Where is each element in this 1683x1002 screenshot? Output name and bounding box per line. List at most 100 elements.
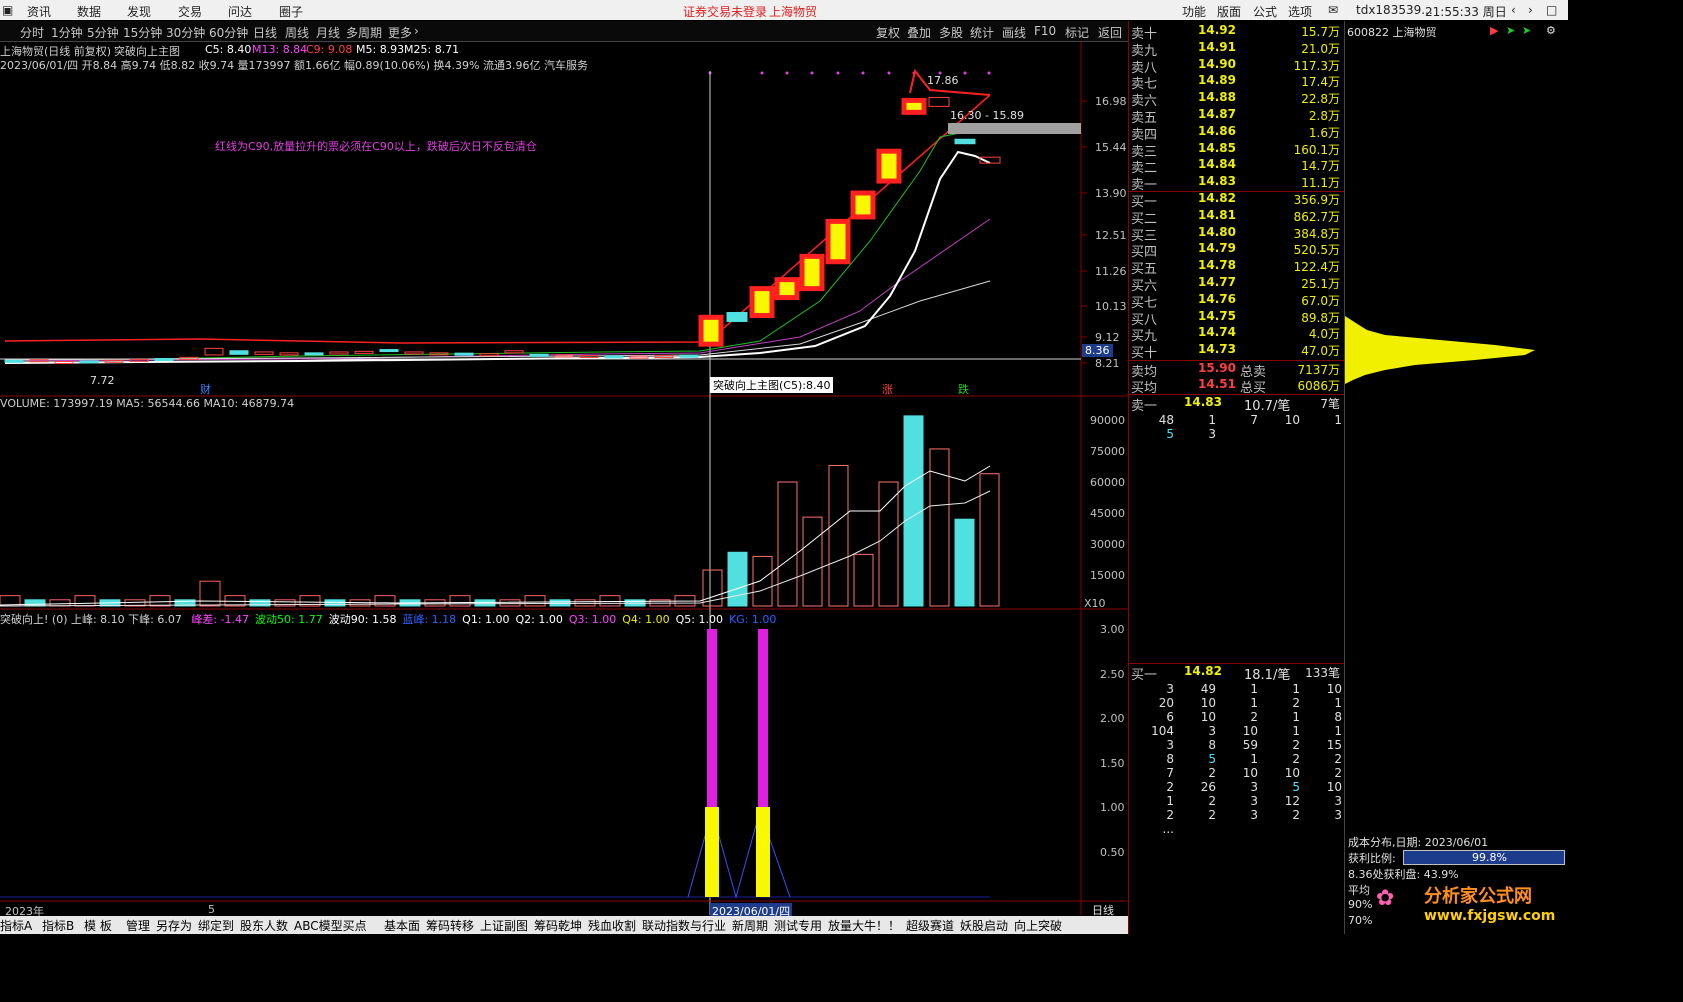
m13-value: M13: 8.84 bbox=[252, 43, 308, 56]
period-tab[interactable]: 1分钟 bbox=[51, 24, 83, 41]
order-price: 14.77 bbox=[1198, 275, 1236, 289]
period-tab[interactable]: 30分钟 bbox=[166, 24, 205, 41]
ask-row[interactable]: 卖十 14.92 15.7万 bbox=[1130, 23, 1344, 42]
event-marker[interactable]: 财 bbox=[200, 381, 211, 397]
candle bbox=[154, 358, 174, 362]
formula-tab[interactable]: 模 板 bbox=[84, 917, 112, 934]
tool-button[interactable]: 复权 bbox=[876, 24, 900, 41]
bid-row[interactable]: 买四 14.79 520.5万 bbox=[1130, 241, 1344, 260]
formula-tab[interactable]: 残血收割 bbox=[588, 917, 636, 934]
clock: 21:55:33 周日 bbox=[1425, 5, 1507, 19]
order-volume: 520.5万 bbox=[1293, 243, 1340, 258]
bid-row[interactable]: 买二 14.81 862.7万 bbox=[1130, 208, 1344, 227]
flag-icon[interactable]: ▶ bbox=[1490, 24, 1498, 37]
menu-item[interactable]: 交易 bbox=[178, 3, 202, 20]
formula-tab[interactable]: 妖股启动 bbox=[960, 917, 1008, 934]
chart-area[interactable]: 16.98 15.44 13.90 12.51 11.26 10.13 9.12 8.21 9… bbox=[0, 41, 1128, 915]
candle bbox=[726, 312, 748, 322]
formula-tab[interactable]: 管理 bbox=[126, 917, 150, 934]
ask-row[interactable]: 卖七 14.89 17.4万 bbox=[1130, 73, 1344, 92]
period-tab[interactable]: 15分钟 bbox=[123, 24, 162, 41]
ask-row[interactable]: 卖五 14.87 2.8万 bbox=[1130, 107, 1344, 126]
ask-row[interactable]: 卖四 14.86 1.6万 bbox=[1130, 124, 1344, 143]
tool-button[interactable]: F10 bbox=[1034, 24, 1056, 38]
arrow-icon[interactable]: ➤ bbox=[1522, 24, 1531, 37]
ask-row[interactable]: 卖二 14.84 14.7万 bbox=[1130, 157, 1344, 176]
bid-row[interactable]: 买九 14.74 4.0万 bbox=[1130, 325, 1344, 344]
event-marker[interactable]: 涨 bbox=[882, 381, 893, 397]
bid-row[interactable]: 买七 14.76 67.0万 bbox=[1130, 292, 1344, 311]
formula-tab[interactable]: 上证副图 bbox=[480, 917, 528, 934]
candle bbox=[825, 218, 851, 265]
tool-button[interactable]: 多股 bbox=[939, 24, 963, 41]
ask-row[interactable]: 卖九 14.91 21.0万 bbox=[1130, 40, 1344, 59]
event-marker[interactable]: 跌 bbox=[958, 381, 969, 397]
ask-row[interactable]: 卖六 14.88 22.8万 bbox=[1130, 90, 1344, 109]
period-tab[interactable]: 多周期 bbox=[346, 24, 382, 41]
order-price: 14.74 bbox=[1198, 325, 1236, 340]
menu-item[interactable]: 选项 bbox=[1288, 3, 1312, 20]
period-tab[interactable]: 60分钟 bbox=[209, 24, 248, 41]
menu-item[interactable]: 数据 bbox=[77, 3, 101, 20]
formula-tab[interactable]: 指标B bbox=[42, 917, 74, 934]
formula-tab[interactable]: 基本面 bbox=[384, 917, 420, 934]
period-tab[interactable]: 更多 bbox=[388, 24, 412, 41]
volume-bar bbox=[49, 599, 71, 607]
formula-tab[interactable]: 指标A bbox=[0, 917, 32, 934]
ask-row[interactable]: 卖八 14.90 117.3万 bbox=[1130, 56, 1344, 76]
formula-tab[interactable]: 超级赛道 bbox=[906, 917, 954, 934]
tool-button[interactable]: 标记 bbox=[1065, 24, 1089, 41]
formula-tab[interactable]: 联动指数与行业 bbox=[642, 917, 726, 934]
volume-bar bbox=[24, 599, 46, 607]
formula-tab[interactable]: 筹码乾坤 bbox=[534, 917, 582, 934]
formula-tab[interactable]: 另存为 bbox=[156, 917, 192, 934]
app-icon[interactable]: ▣ bbox=[2, 3, 13, 17]
menu-item[interactable]: 发现 bbox=[127, 3, 151, 20]
menu-item[interactable]: 功能 bbox=[1182, 3, 1206, 20]
tool-button[interactable]: 返回 bbox=[1098, 24, 1122, 41]
forward-arrow-icon[interactable]: › bbox=[1528, 3, 1533, 17]
bid-row[interactable]: 买三 14.80 384.8万 bbox=[1130, 225, 1344, 244]
oscillator-field: Q5: 1.00 bbox=[675, 613, 723, 626]
period-tab[interactable]: 分时 bbox=[20, 24, 44, 41]
bid-row[interactable]: 买八 14.75 89.8万 bbox=[1130, 309, 1344, 328]
vol-ma10-line bbox=[0, 490, 991, 607]
formula-tab[interactable]: 绑定到 bbox=[198, 917, 234, 934]
account-name[interactable]: tdx183539... bbox=[1356, 3, 1433, 17]
tool-button[interactable]: 统计 bbox=[970, 24, 994, 41]
formula-tab[interactable]: 新周期 bbox=[732, 917, 768, 934]
menu-item[interactable]: 圈子 bbox=[279, 3, 303, 20]
period-tab[interactable]: 周线 bbox=[285, 24, 309, 41]
bid-row[interactable]: 买五 14.78 122.4万 bbox=[1130, 258, 1344, 277]
period-tab[interactable]: 日线 bbox=[253, 24, 277, 41]
formula-tab[interactable]: 测试专用 bbox=[774, 917, 822, 934]
menu-item[interactable]: 资讯 bbox=[27, 3, 51, 20]
period-tab[interactable]: 5分钟 bbox=[87, 24, 119, 41]
order-price: 14.84 bbox=[1198, 157, 1236, 172]
bid-row[interactable]: 买六 14.77 25.1万 bbox=[1130, 275, 1344, 294]
tool-button[interactable]: 画线 bbox=[1002, 24, 1026, 41]
bid-row[interactable]: 买一 14.82 356.9万 bbox=[1130, 191, 1344, 210]
formula-tab[interactable]: 筹码转移 bbox=[426, 917, 474, 934]
menu-item[interactable]: 公式 bbox=[1253, 3, 1277, 20]
bid-row[interactable]: 买十 14.73 47.0万 bbox=[1130, 342, 1344, 361]
settings-icon[interactable]: ⚙ bbox=[1546, 24, 1556, 37]
formula-tab[interactable]: 向上突破 bbox=[1014, 917, 1062, 934]
period-tab[interactable]: 月线 bbox=[316, 24, 340, 41]
window-icon[interactable]: □ bbox=[1546, 3, 1557, 17]
login-notice[interactable]: 证券交易未登录 bbox=[683, 3, 767, 20]
menu-item[interactable]: 问达 bbox=[228, 3, 252, 20]
formula-tab[interactable]: 股东人数 bbox=[240, 917, 288, 934]
back-arrow-icon[interactable]: ‹ bbox=[1511, 3, 1516, 17]
formula-tab[interactable]: ABC模型买点 bbox=[294, 917, 367, 934]
tool-button[interactable]: 叠加 bbox=[907, 24, 931, 41]
mail-icon[interactable]: ✉ bbox=[1328, 3, 1338, 17]
ask-row[interactable]: 卖一 14.83 11.1万 bbox=[1130, 174, 1344, 193]
chevron-right-icon[interactable]: › bbox=[414, 24, 419, 38]
ask-row[interactable]: 卖三 14.85 160.1万 bbox=[1130, 141, 1344, 160]
menu-item[interactable]: 版面 bbox=[1217, 3, 1241, 20]
osc-bar-q3 bbox=[758, 629, 768, 807]
formula-tab[interactable]: 放量大牛！！ bbox=[828, 917, 900, 934]
order-price: 14.90 bbox=[1198, 56, 1236, 71]
arrow-icon[interactable]: ➤ bbox=[1506, 24, 1515, 37]
